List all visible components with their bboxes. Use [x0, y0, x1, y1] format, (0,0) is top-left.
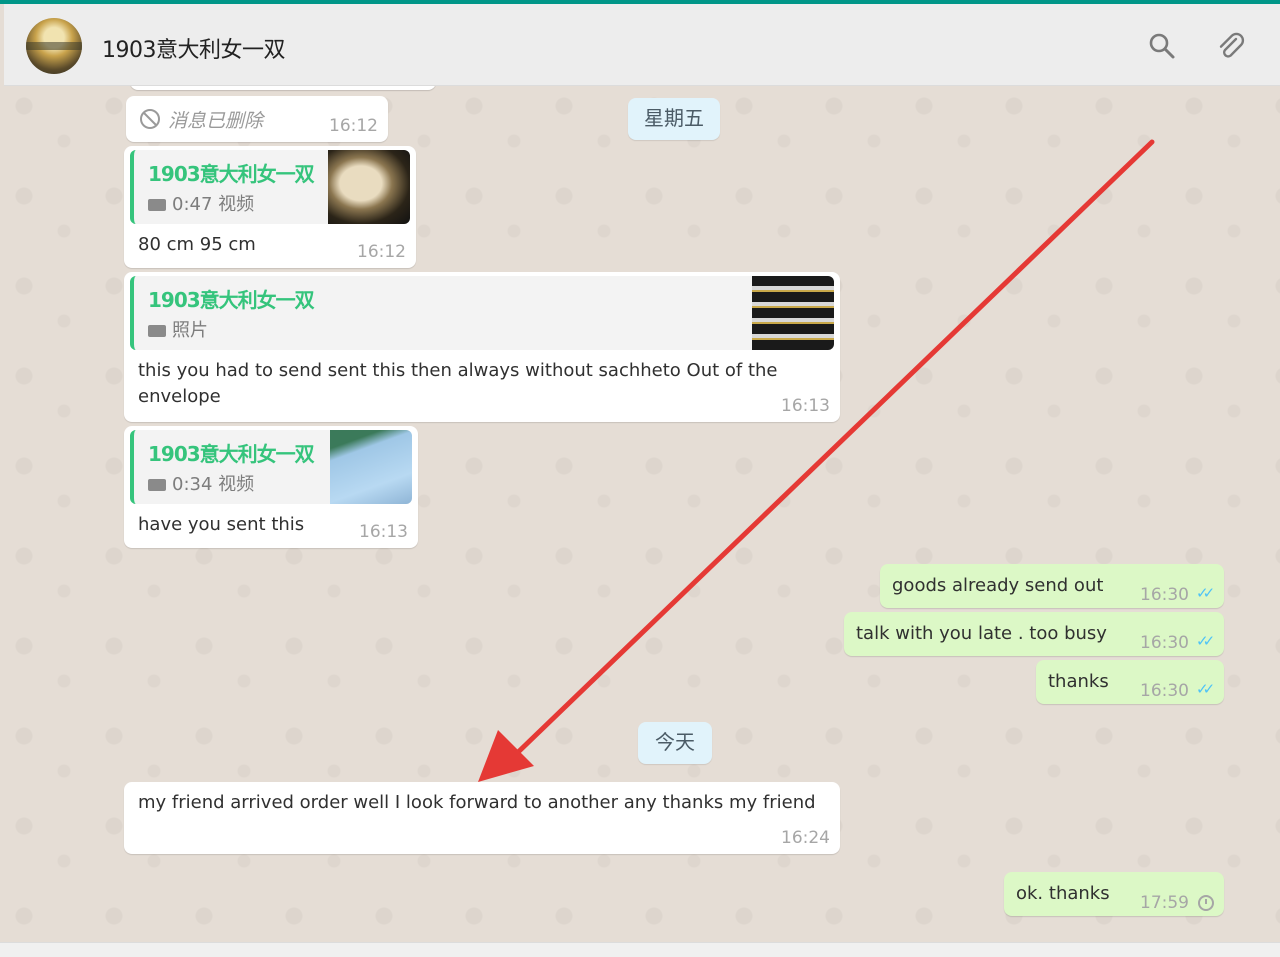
- message-text: goods already send out: [892, 575, 1104, 596]
- message-time: 16:24: [781, 828, 830, 848]
- message-time: 16:13: [781, 396, 830, 416]
- message-time: 16:12: [357, 242, 406, 262]
- message-text: my friend arrived order well I look forw…: [138, 792, 816, 813]
- message-text: ok. thanks: [1016, 883, 1110, 904]
- deleted-text-row: 消息已删除: [140, 106, 263, 133]
- incoming-message[interactable]: 1903意大利女一双 0:47 视频 80 cm 95 cm 16:12: [124, 146, 416, 268]
- deleted-label: 消息已删除: [168, 110, 264, 132]
- read-ticks-icon: ✓✓: [1196, 584, 1215, 602]
- compose-bar-edge: [0, 942, 1280, 957]
- chat-title[interactable]: 1903意大利女一双: [102, 32, 286, 64]
- quote-sender: 1903意大利女一双: [148, 288, 315, 312]
- previous-message-edge: [130, 86, 436, 90]
- video-thumbnail: [328, 150, 410, 224]
- outgoing-message[interactable]: ok. thanks 17:59: [1004, 872, 1224, 916]
- photo-thumbnail: [752, 276, 834, 350]
- search-icon[interactable]: [1146, 30, 1178, 62]
- outgoing-message[interactable]: goods already send out 16:30 ✓✓: [880, 564, 1224, 608]
- chat-area[interactable]: 消息已删除 16:12 星期五 1903意大利女一双 0:47 视频 80 cm…: [4, 86, 1280, 942]
- message-text: talk with you late . too busy: [856, 623, 1107, 644]
- message-text: this you had to send sent this then alwa…: [138, 360, 778, 407]
- message-text: 80 cm 95 cm: [138, 234, 256, 255]
- message-time: 16:30: [1140, 585, 1189, 605]
- date-chip-today: 今天: [638, 722, 712, 764]
- video-icon: [148, 199, 166, 211]
- quote-sender: 1903意大利女一双: [148, 442, 315, 466]
- quote-meta-row: 0:34 视频: [148, 470, 254, 496]
- incoming-message[interactable]: my friend arrived order well I look forw…: [124, 782, 840, 854]
- message-time: 16:30: [1140, 681, 1189, 701]
- pending-clock-icon: [1198, 895, 1214, 911]
- quote-meta: 0:47 视频: [172, 194, 255, 215]
- outgoing-message[interactable]: talk with you late . too busy 16:30 ✓✓: [844, 612, 1224, 656]
- quoted-message[interactable]: 1903意大利女一双 0:47 视频: [130, 150, 410, 224]
- read-ticks-icon: ✓✓: [1196, 632, 1215, 650]
- video-icon: [148, 479, 166, 491]
- avatar[interactable]: [26, 18, 82, 74]
- read-ticks-icon: ✓✓: [1196, 680, 1215, 698]
- quoted-message[interactable]: 1903意大利女一双 照片: [130, 276, 834, 350]
- message-time: 17:59: [1140, 893, 1189, 913]
- incoming-message[interactable]: 1903意大利女一双 0:34 视频 have you sent this 16…: [124, 426, 418, 548]
- message-time: 16:13: [359, 522, 408, 542]
- quote-meta: 照片: [172, 320, 208, 341]
- deleted-message[interactable]: 消息已删除 16:12: [126, 96, 388, 142]
- camera-icon: [148, 325, 166, 337]
- quote-meta: 0:34 视频: [172, 474, 255, 495]
- paperclip-icon[interactable]: [1214, 30, 1246, 62]
- quote-sender: 1903意大利女一双: [148, 162, 315, 186]
- incoming-message[interactable]: 1903意大利女一双 照片 this you had to send sent …: [124, 272, 840, 422]
- outgoing-message[interactable]: thanks 16:30 ✓✓: [1036, 660, 1224, 704]
- date-chip-friday: 星期五: [628, 98, 720, 140]
- message-time: 16:30: [1140, 633, 1189, 653]
- chat-header: 1903意大利女一双: [4, 4, 1280, 86]
- video-thumbnail: [330, 430, 412, 504]
- message-time: 16:12: [329, 116, 378, 136]
- message-text: have you sent this: [138, 514, 305, 535]
- quoted-message[interactable]: 1903意大利女一双 0:34 视频: [130, 430, 412, 504]
- message-text: thanks: [1048, 671, 1109, 692]
- blocked-icon: [140, 109, 160, 129]
- quote-meta-row: 照片: [148, 316, 208, 342]
- quote-meta-row: 0:47 视频: [148, 190, 254, 216]
